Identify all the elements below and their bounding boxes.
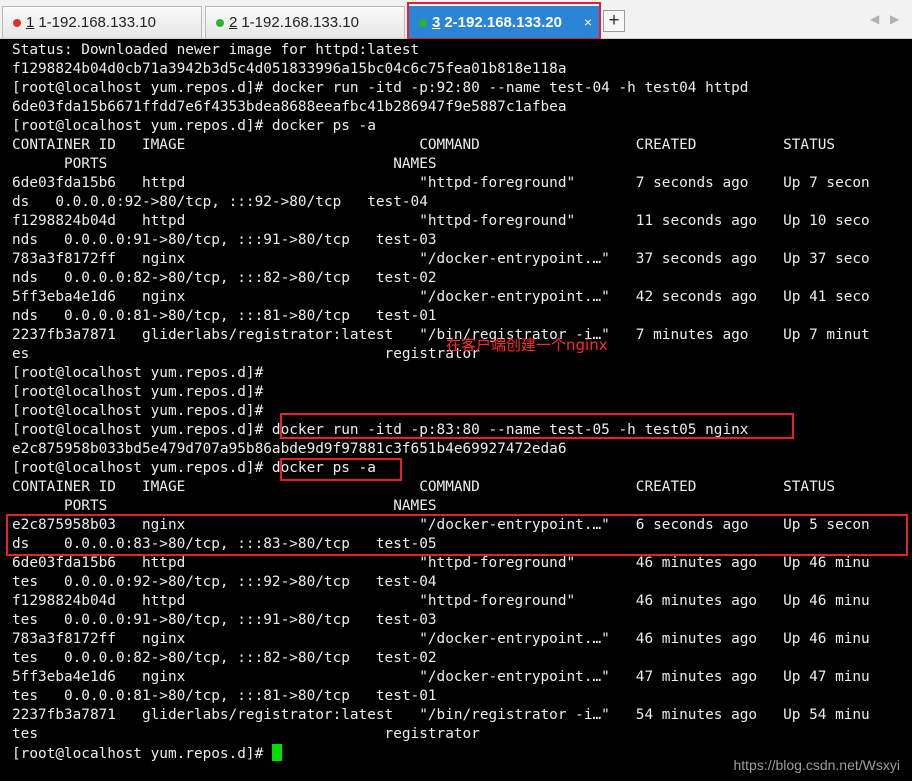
terminal-line: tes 0.0.0.0:82->80/tcp, :::82->80/tcp te… — [12, 649, 437, 668]
terminal-line: [root@localhost yum.repos.d]# docker ps … — [12, 459, 376, 478]
terminal-line: [root@localhost yum.repos.d]# — [12, 402, 263, 421]
terminal-line: e2c875958b033bd5e479d707a95b86abde9d9f97… — [12, 440, 567, 459]
terminal-line: PORTS NAMES — [12, 497, 437, 516]
watermark: https://blog.csdn.net/Wsxyi — [733, 757, 900, 773]
terminal-line: [root@localhost yum.repos.d]# — [12, 744, 282, 763]
tab-number: 3 — [432, 14, 440, 31]
tab-number: 2 — [229, 14, 237, 31]
annotation-text: 在客户端创建一个nginx — [446, 334, 608, 355]
scroll-tabs-right-icon[interactable]: ▶ — [890, 12, 899, 26]
terminal-line: [root@localhost yum.repos.d]# — [12, 383, 263, 402]
terminal-cursor — [272, 744, 282, 761]
new-tab-button[interactable]: + — [603, 10, 625, 32]
terminal-line: 783a3f8172ff nginx "/docker-entrypoint.…… — [12, 250, 870, 269]
terminal-line: tes 0.0.0.0:92->80/tcp, :::92->80/tcp te… — [12, 573, 437, 592]
tab-label: 1-192.168.133.10 — [38, 14, 156, 31]
terminal-line: tes registrator — [12, 725, 480, 744]
terminal-output[interactable]: Status: Downloaded newer image for httpd… — [0, 39, 912, 781]
terminal-line: 5ff3eba4e1d6 nginx "/docker-entrypoint.…… — [12, 288, 870, 307]
terminal-line: 6de03fda15b6 httpd "httpd-foreground" 7 … — [12, 174, 870, 193]
terminal-line: ds 0.0.0.0:92->80/tcp, :::92->80/tcp tes… — [12, 193, 428, 212]
terminal-line: tes 0.0.0.0:91->80/tcp, :::91->80/tcp te… — [12, 611, 437, 630]
terminal-line: nds 0.0.0.0:81->80/tcp, :::81->80/tcp te… — [12, 307, 437, 326]
tab-label: 1-192.168.133.10 — [241, 14, 359, 31]
terminal-line: 5ff3eba4e1d6 nginx "/docker-entrypoint.…… — [12, 668, 870, 687]
terminal-line: PORTS NAMES — [12, 155, 437, 174]
terminal-line: [root@localhost yum.repos.d]# — [12, 364, 263, 383]
tab-bar: 1 1-192.168.133.10 2 1-192.168.133.10 3 … — [0, 0, 912, 39]
terminal-line: 2237fb3a7871 gliderlabs/registrator:late… — [12, 326, 870, 345]
terminal-line: [root@localhost yum.repos.d]# docker run… — [12, 421, 748, 440]
terminal-line: f1298824b04d httpd "httpd-foreground" 46… — [12, 592, 870, 611]
terminal-line: [root@localhost yum.repos.d]# docker ps … — [12, 117, 376, 136]
terminal-line: 6de03fda15b6671ffdd7e6f4353bdea8688eeafb… — [12, 98, 567, 117]
terminal-line: nds 0.0.0.0:82->80/tcp, :::82->80/tcp te… — [12, 269, 437, 288]
disconnected-status-icon — [13, 19, 21, 27]
terminal-line: tes 0.0.0.0:81->80/tcp, :::81->80/tcp te… — [12, 687, 437, 706]
scroll-tabs-left-icon[interactable]: ◀ — [870, 12, 879, 26]
tab-session-1[interactable]: 1 1-192.168.133.10 — [2, 6, 202, 38]
terminal-line: f1298824b04d0cb71a3942b3d5c4d051833996a1… — [12, 60, 567, 79]
tab-session-2[interactable]: 2 1-192.168.133.10 — [205, 6, 405, 38]
terminal-line: ds 0.0.0.0:83->80/tcp, :::83->80/tcp tes… — [12, 535, 437, 554]
terminal-line: nds 0.0.0.0:91->80/tcp, :::91->80/tcp te… — [12, 231, 437, 250]
tab-session-3[interactable]: 3 2-192.168.133.20 × — [408, 6, 601, 38]
terminal-line: 783a3f8172ff nginx "/docker-entrypoint.…… — [12, 630, 870, 649]
terminal-line: 6de03fda15b6 httpd "httpd-foreground" 46… — [12, 554, 870, 573]
terminal-line: f1298824b04d httpd "httpd-foreground" 11… — [12, 212, 870, 231]
terminal-line: CONTAINER ID IMAGE COMMAND CREATED STATU… — [12, 136, 835, 155]
close-tab-icon[interactable]: × — [584, 14, 592, 30]
terminal-line: 2237fb3a7871 gliderlabs/registrator:late… — [12, 706, 870, 725]
terminal-line: [root@localhost yum.repos.d]# docker run… — [12, 79, 748, 98]
terminal-line: CONTAINER ID IMAGE COMMAND CREATED STATU… — [12, 478, 835, 497]
terminal-line: Status: Downloaded newer image for httpd… — [12, 41, 419, 60]
connected-status-icon — [419, 19, 427, 27]
connected-status-icon — [216, 19, 224, 27]
tab-number: 1 — [26, 14, 34, 31]
tab-label: 2-192.168.133.20 — [444, 14, 562, 31]
terminal-line: es registrator — [12, 345, 480, 364]
terminal-line: e2c875958b03 nginx "/docker-entrypoint.…… — [12, 516, 870, 535]
